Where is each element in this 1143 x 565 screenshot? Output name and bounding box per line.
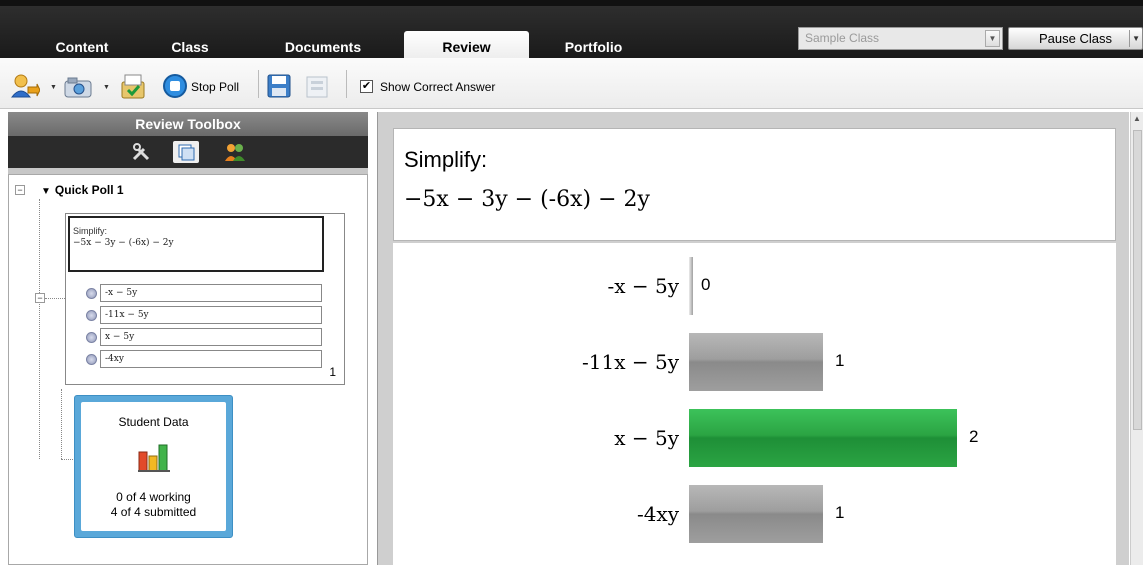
toolbar: ▼ ▼ Stop Poll ✔ Show Correct Answer bbox=[0, 58, 1143, 109]
thumbnail-option: x − 5y bbox=[86, 328, 322, 346]
portfolio-icon[interactable] bbox=[304, 73, 330, 99]
divider bbox=[258, 70, 259, 98]
pages-icon[interactable] bbox=[173, 141, 199, 163]
thumbnail-option-text: -x − 5y bbox=[100, 284, 322, 302]
students-icon[interactable] bbox=[222, 141, 248, 163]
thumbnail-question-title: Simplify: bbox=[73, 226, 108, 236]
review-workspace: Simplify: −5x − 3y − (-6x) − 2y -x − 5y 0… bbox=[377, 112, 1129, 565]
thumbnail-option: -4xy bbox=[86, 350, 322, 368]
stop-poll-icon[interactable] bbox=[162, 73, 188, 99]
tree-line bbox=[45, 298, 65, 299]
pause-class-label: Pause Class bbox=[1039, 31, 1112, 46]
result-bar[interactable] bbox=[689, 485, 823, 543]
tools-icon[interactable] bbox=[128, 141, 154, 163]
question-expression: −5x − 3y − (-6x) − 2y bbox=[404, 187, 650, 212]
collapse-icon[interactable]: − bbox=[35, 293, 45, 303]
result-label: -x − 5y bbox=[607, 274, 679, 298]
student-data-working: 0 of 4 working bbox=[116, 490, 191, 504]
class-select[interactable]: Sample Class ▼ bbox=[798, 27, 1003, 50]
radio-icon bbox=[86, 354, 97, 365]
student-data-card[interactable]: Student Data 0 of 4 working 4 of 4 submi… bbox=[74, 395, 233, 538]
radio-icon bbox=[86, 332, 97, 343]
scrollbar-thumb[interactable] bbox=[1133, 130, 1142, 430]
save-icon[interactable] bbox=[266, 73, 292, 99]
show-correct-answer-label: Show Correct Answer bbox=[380, 80, 496, 94]
poll-tree: − ▼ Quick Poll 1 − Simplify: −5x − 3y − (… bbox=[8, 174, 368, 565]
radio-icon bbox=[86, 288, 97, 299]
bar-chart-icon bbox=[138, 444, 170, 472]
toolbox-header: Review Toolbox bbox=[8, 112, 368, 136]
result-label: x − 5y bbox=[614, 426, 679, 450]
scroll-up-icon[interactable]: ▲ bbox=[1133, 114, 1141, 123]
result-bar[interactable] bbox=[689, 333, 823, 391]
radio-icon bbox=[86, 310, 97, 321]
tree-item-quick-poll[interactable]: ▼ Quick Poll 1 bbox=[41, 183, 124, 197]
stop-poll-button[interactable]: Stop Poll bbox=[191, 80, 239, 94]
chevron-down-icon[interactable]: ▼ bbox=[985, 30, 1000, 47]
result-count: 2 bbox=[969, 427, 979, 446]
vertical-scrollbar[interactable]: ▲ bbox=[1130, 112, 1143, 565]
chevron-down-icon[interactable]: ▼ bbox=[50, 84, 57, 91]
collapse-icon[interactable]: − bbox=[15, 185, 25, 195]
collect-files-icon[interactable] bbox=[118, 72, 148, 100]
chevron-down-icon[interactable]: ▼ bbox=[1132, 28, 1140, 49]
thumbnail-count: 1 bbox=[329, 365, 336, 379]
checkbox-checked-icon[interactable]: ✔ bbox=[360, 80, 373, 93]
thumbnail-option-text: -4xy bbox=[100, 350, 322, 368]
triangle-down-icon: ▼ bbox=[41, 186, 51, 197]
tree-line bbox=[61, 459, 73, 460]
pause-class-button[interactable]: Pause Class ▼ bbox=[1008, 27, 1143, 50]
thumbnail-question-expression: −5x − 3y − (-6x) − 2y bbox=[73, 238, 174, 248]
question-card: Simplify: −5x − 3y − (-6x) − 2y bbox=[393, 128, 1116, 241]
student-data-title: Student Data bbox=[118, 415, 189, 429]
poll-thumbnail[interactable]: Simplify: −5x − 3y − (-6x) − 2y -x − 5y … bbox=[65, 213, 345, 385]
result-count: 0 bbox=[701, 275, 711, 294]
thumbnail-option: -x − 5y bbox=[86, 284, 322, 302]
chevron-down-icon[interactable]: ▼ bbox=[103, 84, 110, 91]
thumbnail-option-text: -11x − 5y bbox=[100, 306, 322, 324]
thumbnail-question: Simplify: −5x − 3y − (-6x) − 2y bbox=[68, 216, 324, 272]
divider bbox=[346, 70, 347, 98]
tab-bar: Content Class Documents Review Portfolio… bbox=[0, 0, 1143, 64]
tree-line bbox=[61, 389, 62, 459]
tree-line bbox=[39, 199, 40, 459]
result-label: -4xy bbox=[636, 502, 679, 526]
result-label: -11x − 5y bbox=[582, 350, 679, 374]
result-count: 1 bbox=[835, 503, 845, 522]
student-data-submitted: 4 of 4 submitted bbox=[110, 505, 197, 519]
divider bbox=[1129, 30, 1130, 47]
results-chart: -x − 5y 0 -11x − 5y 1 x − 5y 2 -4xy 1 bbox=[393, 243, 1116, 565]
result-bar-correct[interactable] bbox=[689, 409, 957, 467]
result-count: 1 bbox=[835, 351, 845, 370]
thumbnail-option: -11x − 5y bbox=[86, 306, 322, 324]
class-select-value: Sample Class bbox=[805, 31, 880, 45]
review-toolbox: Review Toolbox − ▼ Quick Poll 1 − Simpli… bbox=[8, 112, 368, 565]
result-bar[interactable] bbox=[689, 257, 693, 315]
camera-icon[interactable] bbox=[64, 76, 94, 98]
thumbnail-option-text: x − 5y bbox=[100, 328, 322, 346]
question-title: Simplify: bbox=[404, 147, 488, 172]
send-to-class-icon[interactable] bbox=[10, 73, 40, 99]
student-data-inner: Student Data 0 of 4 working 4 of 4 submi… bbox=[81, 402, 226, 531]
poll-title-label: Quick Poll 1 bbox=[54, 183, 124, 197]
toolbox-icon-bar bbox=[8, 136, 368, 168]
